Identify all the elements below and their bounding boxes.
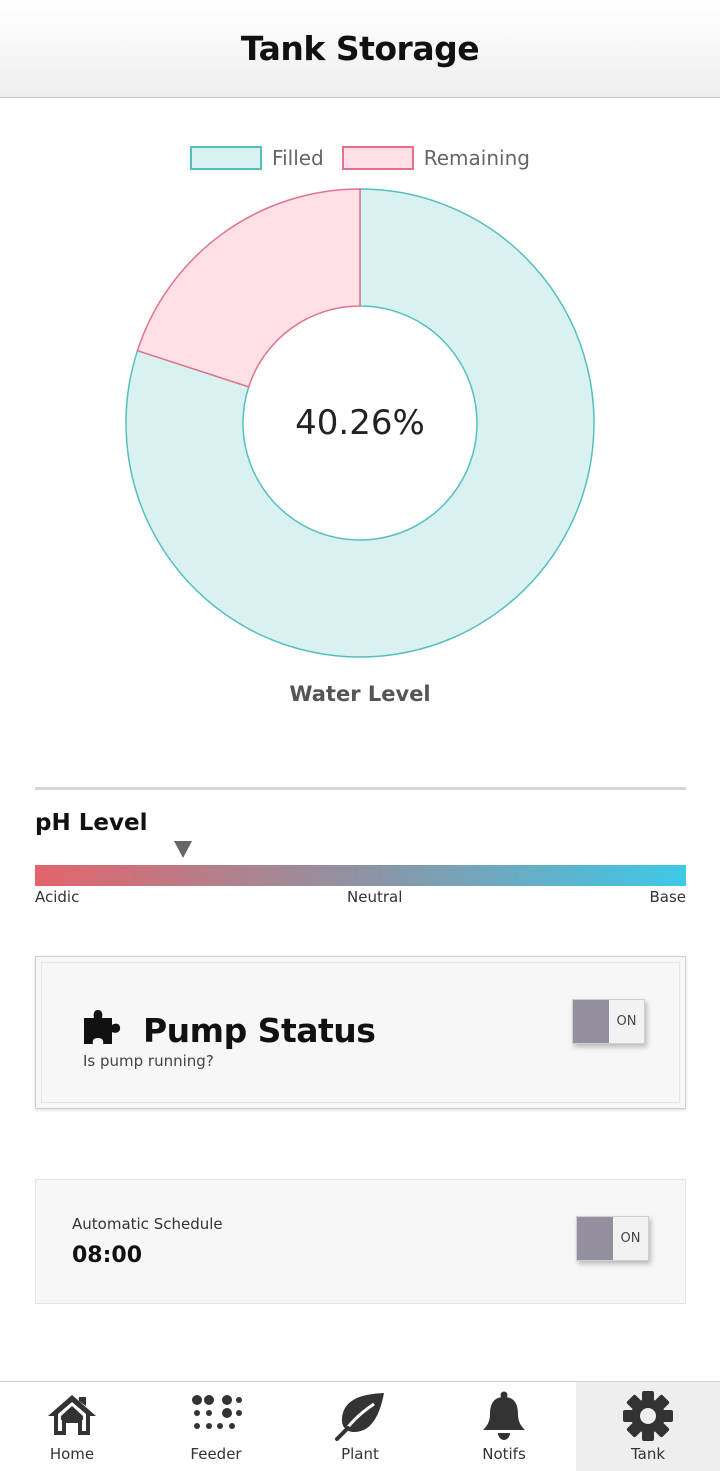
legend-item-filled[interactable]: Filled [190,146,324,170]
ph-level-title: pH Level [35,810,148,836]
nav-label-tank: Tank [630,1445,666,1463]
nav-item-notifs[interactable]: Notifs [432,1382,576,1471]
bottom-navigation: Home Feeder Plant Notifs Tank [0,1381,720,1471]
pump-toggle[interactable]: ON [572,999,645,1044]
legend-item-remaining[interactable]: Remaining [341,146,530,170]
toggle-knob [577,1217,613,1260]
dots-grid-icon [192,1395,242,1429]
nav-label-plant: Plant [341,1445,379,1463]
chart-legend: Filled Remaining [0,146,720,170]
toggle-knob [573,1000,609,1043]
pump-status-card: Pump Status Is pump running? ON [35,956,686,1109]
automatic-schedule-card: Automatic Schedule 08:00 ON [35,1179,686,1304]
home-icon [48,1395,96,1435]
bell-icon [483,1391,525,1440]
nav-label-notifs: Notifs [482,1445,526,1463]
pump-card-inner: Pump Status Is pump running? ON [41,962,680,1103]
pump-status-subtitle: Is pump running? [83,1052,214,1070]
gear-icon [623,1391,673,1441]
page-title: Tank Storage [240,29,480,68]
schedule-toggle[interactable]: ON [576,1216,649,1261]
chart-title: Water Level [289,682,431,706]
puzzle-icon [84,1010,121,1044]
ph-label-base: Base [649,888,686,906]
legend-swatch-filled [190,146,263,170]
nav-item-plant[interactable]: Plant [288,1382,432,1471]
ph-gradient-bar [35,865,686,886]
legend-swatch-remaining [341,146,414,170]
toggle-state-label: ON [616,1014,637,1029]
nav-item-home[interactable]: Home [0,1382,144,1471]
legend-label-remaining: Remaining [423,146,530,170]
legend-label-filled: Filled [272,146,324,170]
water-level-chart: 40.26% [120,183,600,663]
section-divider [35,787,686,790]
ph-label-neutral: Neutral [347,888,403,906]
toggle-state-label: ON [620,1231,641,1246]
ph-label-acidic: Acidic [35,888,80,906]
pump-status-title: Pump Status [143,1011,376,1050]
schedule-label: Automatic Schedule [72,1215,223,1233]
nav-label-feeder: Feeder [190,1445,242,1463]
ph-marker-icon [173,841,192,858]
schedule-time[interactable]: 08:00 [72,1243,142,1268]
app-header: Tank Storage [0,0,720,98]
leaf-icon [335,1393,384,1441]
nav-item-feeder[interactable]: Feeder [144,1382,288,1471]
water-level-percent: 40.26% [295,403,425,443]
nav-label-home: Home [49,1445,95,1463]
nav-item-tank[interactable]: Tank [576,1382,720,1471]
